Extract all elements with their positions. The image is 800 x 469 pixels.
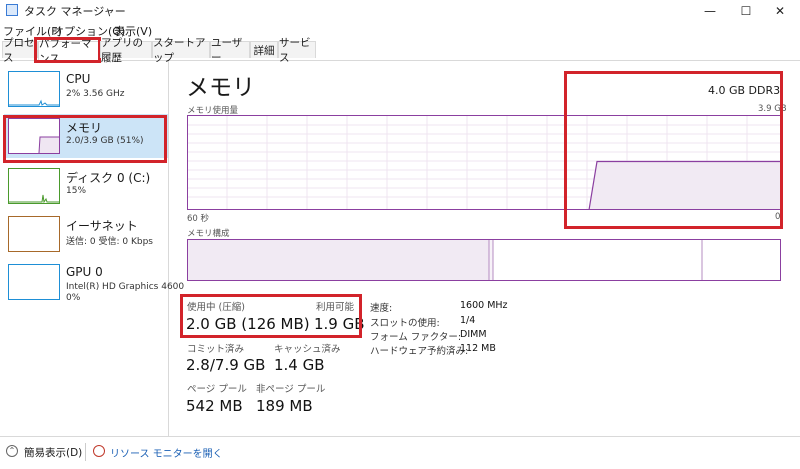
close-button[interactable]: ✕ — [758, 0, 800, 22]
hardware-reserved-label: ハードウェア予約済み: — [370, 346, 469, 357]
sidebar: CPU 2% 3.56 GHz メモリ 2.0/3.9 GB (51%) ディス… — [0, 61, 184, 436]
page-title: メモリ — [186, 75, 255, 101]
sidebar-item-label: CPU — [66, 72, 91, 86]
tab-startup[interactable]: スタートアップ — [152, 37, 210, 64]
sidebar-item-detail: Intel(R) HD Graphics 4600 — [66, 282, 185, 292]
tab-app-history[interactable]: アプリの履歴 — [100, 37, 152, 64]
hardware-reserved-value: 112 MB — [460, 343, 496, 354]
non-paged-pool-value: 189 MB — [256, 397, 313, 415]
sidebar-item-disk[interactable]: ディスク 0 (C:) 15% — [4, 164, 168, 208]
cached-label: キャッシュ済み — [274, 344, 341, 355]
disk-thumbnail-graph — [8, 168, 60, 204]
non-paged-pool-label: 非ページ プール — [256, 384, 326, 395]
cached-value: 1.4 GB — [274, 356, 325, 374]
usage-graph-min: 0 — [775, 212, 781, 222]
ethernet-thumbnail-graph — [8, 216, 60, 252]
sidebar-item-label: GPU 0 — [66, 265, 103, 279]
sidebar-item-cpu[interactable]: CPU 2% 3.56 GHz — [4, 67, 168, 111]
performance-tab-highlight — [34, 37, 101, 63]
fewer-details-button[interactable]: 簡易表示(D) — [24, 445, 82, 460]
resource-monitor-link[interactable]: リソース モニターを開く — [110, 445, 223, 460]
window-title: タスク マネージャー — [24, 5, 126, 18]
footer: ⌃ 簡易表示(D) リソース モニターを開く — [0, 436, 800, 469]
tab-processes[interactable]: プロセス — [2, 37, 38, 64]
sidebar-item-label: イーサネット — [66, 219, 138, 233]
usage-graph-time: 60 秒 — [187, 214, 210, 224]
sidebar-item-ethernet[interactable]: イーサネット 送信: 0 受信: 0 Kbps — [4, 212, 168, 256]
tab-details[interactable]: 詳細 — [250, 41, 278, 58]
committed-label: コミット済み — [187, 344, 245, 355]
slots-label: スロットの使用: — [370, 318, 440, 329]
sidebar-item-gpu[interactable]: GPU 0 Intel(R) HD Graphics 4600 0% — [4, 260, 184, 304]
committed-value: 2.8/7.9 GB — [186, 356, 266, 374]
sidebar-item-detail: 2% 3.56 GHz — [66, 89, 125, 99]
memory-composition-bar — [187, 239, 781, 281]
sidebar-item-detail: 15% — [66, 186, 87, 196]
slots-value: 1/4 — [460, 315, 476, 326]
chevron-up-icon[interactable]: ⌃ — [6, 445, 18, 457]
composition-graph-label: メモリ構成 — [187, 229, 230, 239]
task-manager-icon — [6, 4, 18, 16]
form-factor-label: フォーム ファクター: — [370, 332, 462, 343]
disk-mini-chart — [9, 194, 59, 203]
paged-pool-label: ページ プール — [187, 384, 247, 395]
gpu-thumbnail-graph — [8, 264, 60, 300]
memory-item-highlight — [3, 115, 167, 163]
cpu-thumbnail-graph — [8, 71, 60, 107]
title-bar: タスク マネージャー — ☐ ✕ — [0, 0, 800, 22]
divider — [85, 443, 86, 461]
sidebar-item-label: ディスク 0 (C:) — [66, 171, 151, 185]
cpu-mini-chart — [9, 99, 59, 106]
in-use-highlight — [180, 294, 362, 338]
paged-pool-value: 542 MB — [186, 397, 243, 415]
speed-label: 速度: — [370, 303, 393, 314]
tab-users[interactable]: ユーザー — [210, 37, 250, 64]
sidebar-item-detail: 送信: 0 受信: 0 Kbps — [66, 237, 153, 247]
speed-value: 1600 MHz — [460, 300, 508, 311]
sidebar-item-detail2: 0% — [66, 293, 81, 303]
tab-services[interactable]: サービス — [278, 37, 316, 64]
form-factor-value: DIMM — [460, 329, 487, 340]
spec-graph-highlight — [564, 71, 783, 229]
resource-monitor-icon — [93, 445, 105, 457]
